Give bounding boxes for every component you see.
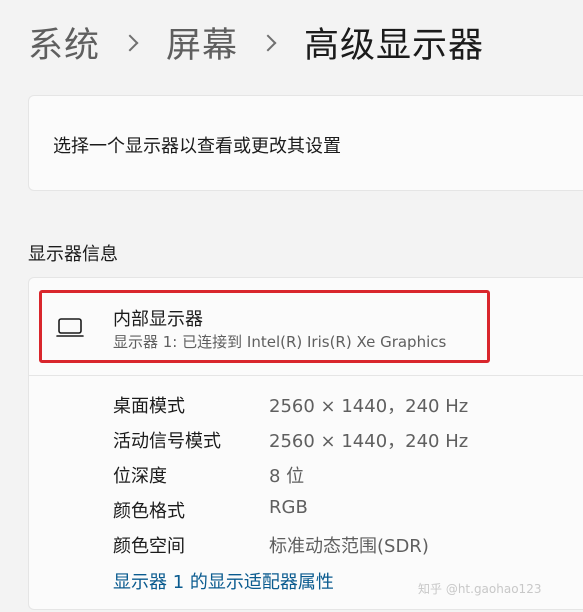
detail-value: 2560 × 1440，240 Hz bbox=[269, 431, 469, 452]
display-info-section-title: 显示器信息 bbox=[28, 244, 118, 265]
breadcrumb-system[interactable]: 系统 bbox=[28, 17, 100, 68]
detail-value: 2560 × 1440，240 Hz bbox=[269, 396, 469, 417]
chevron-right-icon bbox=[259, 34, 277, 52]
detail-value: 8 位 bbox=[269, 466, 305, 487]
chevron-right-icon bbox=[121, 34, 139, 52]
laptop-monitor-icon bbox=[56, 318, 84, 337]
detail-label: 颜色空间 bbox=[113, 536, 185, 557]
detail-label: 颜色格式 bbox=[113, 501, 185, 522]
breadcrumb: 系统 屏幕 高级显示器 bbox=[28, 14, 484, 70]
highlight-annotation bbox=[39, 290, 490, 363]
display-adapter-properties-link[interactable]: 显示器 1 的显示适配器属性 bbox=[113, 568, 334, 594]
detail-value: 标准动态范围(SDR) bbox=[269, 536, 429, 557]
monitor-name: 内部显示器 bbox=[113, 309, 203, 330]
divider bbox=[29, 375, 583, 376]
detail-label: 桌面模式 bbox=[113, 396, 185, 417]
select-display-text: 选择一个显示器以查看或更改其设置 bbox=[53, 136, 341, 157]
monitor-connection-info: 显示器 1: 已连接到 Intel(R) Iris(R) Xe Graphics bbox=[113, 333, 447, 351]
detail-label: 活动信号模式 bbox=[113, 431, 221, 452]
page-title: 高级显示器 bbox=[304, 25, 485, 66]
watermark: 知乎 @ht.gaohao123 bbox=[418, 582, 542, 596]
detail-label: 位深度 bbox=[113, 466, 167, 487]
display-info-card: 内部显示器 显示器 1: 已连接到 Intel(R) Iris(R) Xe Gr… bbox=[28, 277, 583, 610]
select-display-card[interactable]: 选择一个显示器以查看或更改其设置 bbox=[28, 95, 583, 191]
breadcrumb-display[interactable]: 屏幕 bbox=[166, 17, 238, 68]
detail-value: RGB bbox=[269, 497, 308, 518]
